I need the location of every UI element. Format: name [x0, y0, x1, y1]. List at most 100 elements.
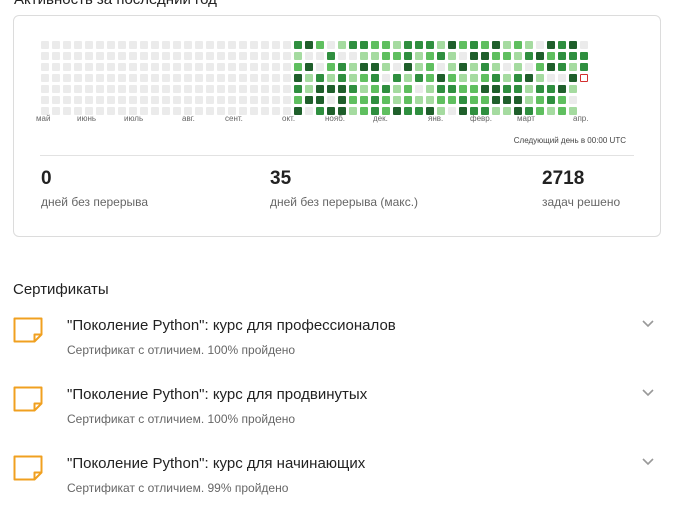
heatmap-cell — [41, 74, 49, 82]
next-day-note: Следующий день в 00:00 UTC — [513, 136, 626, 145]
heatmap-cell — [547, 107, 555, 115]
heatmap-cell — [382, 52, 390, 60]
stat-label: задач решено — [542, 195, 621, 209]
heatmap-cell — [360, 52, 368, 60]
heatmap-cell — [107, 41, 115, 49]
heatmap-cell — [514, 63, 522, 71]
heatmap-cell — [217, 85, 225, 93]
heatmap-cell — [63, 41, 71, 49]
heatmap-cell — [305, 96, 313, 104]
month-label: июнь — [77, 114, 97, 123]
heatmap-cell — [195, 74, 203, 82]
heatmap-cell — [448, 74, 456, 82]
heatmap-cell — [129, 96, 137, 104]
heatmap-cell — [360, 96, 368, 104]
heatmap-cell — [272, 74, 280, 82]
heatmap-cell — [448, 107, 456, 115]
heatmap-cell — [294, 52, 302, 60]
chevron-down-icon[interactable] — [641, 457, 655, 467]
heatmap-cell — [250, 96, 258, 104]
heatmap-cell — [162, 85, 170, 93]
heatmap-cell — [129, 85, 137, 93]
heatmap-cell — [118, 41, 126, 49]
certificate-item[interactable]: "Поколение Python": курс для продвинутых… — [13, 386, 663, 436]
heatmap-cell — [316, 96, 324, 104]
heatmap-cell — [283, 96, 291, 104]
heatmap-cell — [580, 63, 588, 71]
heatmap-cell — [382, 74, 390, 82]
heatmap-cell — [349, 52, 357, 60]
heatmap-cell — [503, 41, 511, 49]
heatmap-cell — [371, 63, 379, 71]
heatmap-cell — [371, 41, 379, 49]
heatmap-cell — [382, 41, 390, 49]
heatmap-cell — [305, 85, 313, 93]
heatmap-cell — [327, 96, 335, 104]
heatmap-cell — [360, 74, 368, 82]
heatmap-cell — [261, 107, 269, 115]
heatmap-cell — [514, 41, 522, 49]
certificate-item[interactable]: "Поколение Python": курс для профессиона… — [13, 317, 663, 367]
heatmap-cell — [129, 74, 137, 82]
heatmap-cell — [283, 85, 291, 93]
heatmap-cell — [173, 74, 181, 82]
heatmap-cell — [239, 52, 247, 60]
heatmap-cell — [173, 52, 181, 60]
heatmap-cell — [63, 63, 71, 71]
heatmap-cell — [371, 74, 379, 82]
heatmap-cell — [514, 52, 522, 60]
heatmap-cell — [162, 96, 170, 104]
heatmap-cell — [305, 41, 313, 49]
heatmap-cell — [415, 41, 423, 49]
heatmap-cell — [426, 74, 434, 82]
heatmap-cell — [558, 74, 566, 82]
certificate-title[interactable]: "Поколение Python": курс для продвинутых — [67, 386, 367, 403]
heatmap-cell — [338, 96, 346, 104]
certificate-subtitle: Сертификат с отличием. 100% пройдено — [67, 343, 296, 357]
stat-current-streak: 0 дней без перерыва — [41, 168, 148, 209]
heatmap-cell — [151, 96, 159, 104]
heatmap-cell — [393, 63, 401, 71]
certificate-item[interactable]: "Поколение Python": курс для начинающих … — [13, 455, 663, 505]
heatmap-cell — [525, 52, 533, 60]
heatmap-cell — [294, 107, 302, 115]
chevron-down-icon[interactable] — [641, 388, 655, 398]
heatmap-cell — [217, 63, 225, 71]
heatmap-cell — [349, 63, 357, 71]
heatmap-cell — [283, 74, 291, 82]
heatmap-cell — [371, 85, 379, 93]
heatmap-cell — [558, 107, 566, 115]
heatmap-cell — [162, 74, 170, 82]
heatmap-cell — [85, 96, 93, 104]
heatmap-cell — [404, 85, 412, 93]
heatmap-cell — [360, 85, 368, 93]
heatmap-cell — [63, 74, 71, 82]
heatmap-cell — [492, 85, 500, 93]
heatmap-cell — [140, 52, 148, 60]
heatmap-cell — [492, 96, 500, 104]
heatmap-cell — [415, 107, 423, 115]
heatmap-cell — [569, 41, 577, 49]
heatmap-cell — [514, 85, 522, 93]
month-label: февр. — [470, 114, 492, 123]
heatmap-cell — [481, 52, 489, 60]
heatmap-cell — [151, 41, 159, 49]
heatmap-cell — [129, 41, 137, 49]
certificate-subtitle: Сертификат с отличием. 100% пройдено — [67, 412, 296, 426]
heatmap-cell — [536, 74, 544, 82]
heatmap-cell — [74, 85, 82, 93]
heatmap-cell — [503, 107, 511, 115]
heatmap-cell — [415, 63, 423, 71]
stat-label: дней без перерыва (макс.) — [270, 195, 419, 209]
certificate-title[interactable]: "Поколение Python": курс для начинающих — [67, 455, 365, 472]
divider — [40, 155, 634, 156]
heatmap-cell — [547, 63, 555, 71]
heatmap-cell — [503, 63, 511, 71]
heatmap-cell — [162, 107, 170, 115]
heatmap-cell — [525, 74, 533, 82]
heatmap-cell — [459, 74, 467, 82]
chevron-down-icon[interactable] — [641, 319, 655, 329]
heatmap-cell — [261, 85, 269, 93]
heatmap-cell — [294, 41, 302, 49]
certificate-title[interactable]: "Поколение Python": курс для профессиона… — [67, 317, 396, 334]
